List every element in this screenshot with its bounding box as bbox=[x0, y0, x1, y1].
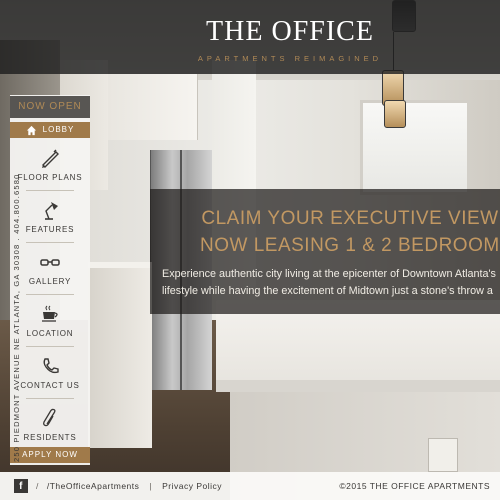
brand-title[interactable]: THE OFFICE bbox=[80, 0, 500, 48]
address-vertical: 250 PIEDMONT AVENUE NE ATLANTA, GA 30308… bbox=[12, 173, 21, 462]
now-open-badge: NOW OPEN bbox=[10, 96, 90, 118]
nav-item-residents[interactable]: RESIDENTS bbox=[10, 398, 90, 446]
home-icon bbox=[26, 125, 36, 135]
facebook-icon[interactable]: f bbox=[14, 479, 28, 493]
site-header: THE OFFICE APARTMENTS REIMAGINED bbox=[0, 0, 500, 74]
site-footer: f / /TheOfficeApartments | Privacy Polic… bbox=[0, 472, 500, 500]
nav-item-label: CONTACT US bbox=[20, 381, 80, 390]
nav-item-label: RESIDENTS bbox=[23, 433, 77, 442]
nav-item-label: FEATURES bbox=[25, 225, 75, 234]
desk-lamp-icon bbox=[45, 202, 58, 220]
hero-description-line: Experience authentic city living at the … bbox=[162, 268, 496, 280]
privacy-policy-link[interactable]: Privacy Policy bbox=[162, 481, 222, 491]
nav-item-floor-plans[interactable]: FLOOR PLANS bbox=[10, 138, 90, 186]
telephone-icon bbox=[43, 358, 59, 374]
hero-banner: CLAIM YOUR EXECUTIVE VIEW NOW LEASING 1 … bbox=[150, 189, 500, 314]
hero-description-line: lifestyle while having the excitement of… bbox=[162, 285, 493, 297]
nav-item-label: FLOOR PLANS bbox=[17, 173, 83, 182]
facebook-link[interactable]: /TheOfficeApartments bbox=[47, 481, 140, 491]
footer-separator: / bbox=[36, 481, 39, 491]
nav-item-gallery[interactable]: GALLERY bbox=[10, 242, 90, 290]
apply-now-button[interactable]: APPLY NOW bbox=[10, 447, 90, 463]
nav-item-contact-us[interactable]: CONTACT US bbox=[10, 346, 90, 394]
hero-headline: CLAIM YOUR EXECUTIVE VIEW bbox=[201, 208, 499, 229]
brand-subtitle: APARTMENTS REIMAGINED bbox=[197, 54, 383, 63]
nav-item-features[interactable]: FEATURES bbox=[10, 190, 90, 238]
nav-item-label: GALLERY bbox=[28, 277, 72, 286]
nav-item-lobby[interactable]: LOBBY bbox=[10, 122, 90, 138]
pen-icon bbox=[42, 149, 59, 168]
footer-separator: | bbox=[149, 481, 153, 491]
coffee-cup-icon bbox=[42, 305, 58, 322]
hero-subheadline: NOW LEASING 1 & 2 BEDROOMS bbox=[200, 235, 500, 256]
nav-item-location[interactable]: LOCATION bbox=[10, 294, 90, 342]
nav-item-label: LOBBY bbox=[42, 125, 75, 134]
glasses-icon bbox=[40, 259, 60, 266]
paperclip-icon bbox=[43, 408, 56, 427]
nav-item-label: LOCATION bbox=[26, 329, 74, 338]
copyright-text: ©2015 THE OFFICE APARTMENTS bbox=[339, 481, 490, 491]
